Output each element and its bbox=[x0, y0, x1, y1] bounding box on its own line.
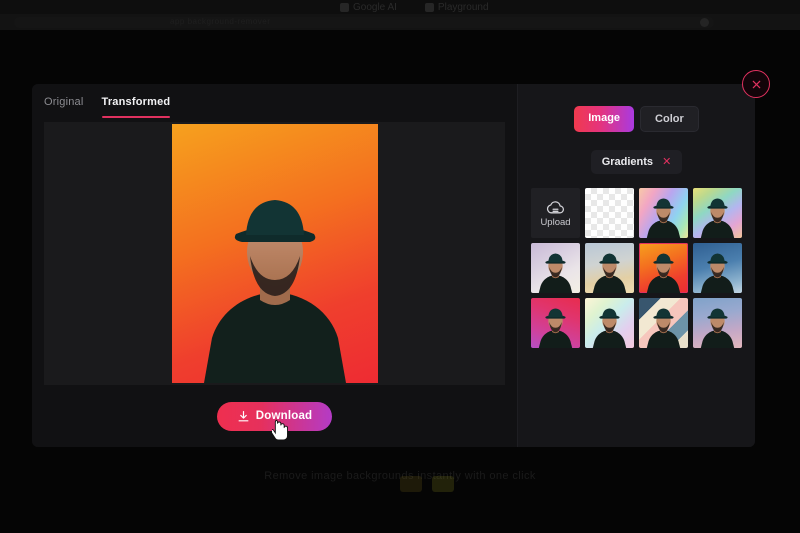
bookmark-label: Playground bbox=[437, 1, 489, 13]
background-thumbnail-crimson-magenta[interactable] bbox=[531, 298, 580, 348]
bookmark-icon bbox=[424, 2, 434, 12]
transformed-image-preview[interactable] bbox=[171, 124, 378, 383]
profile-avatar[interactable] bbox=[700, 18, 709, 27]
person-silhouette bbox=[538, 308, 573, 348]
background-thumbnail-diagonal-stripes[interactable] bbox=[639, 298, 688, 348]
browser-chrome: Google AI Playground app background-remo… bbox=[0, 0, 800, 30]
background-thumbnail-pastel-prism[interactable] bbox=[585, 298, 634, 348]
preview-canvas bbox=[44, 122, 505, 385]
filter-chip-label: Gradients bbox=[601, 156, 654, 168]
background-thumbnail-steel-blue[interactable] bbox=[693, 243, 742, 293]
source-type-toggle: Image Color bbox=[574, 106, 699, 132]
filter-chip-gradients[interactable]: Gradients ✕ bbox=[590, 150, 683, 174]
background-thumbnail-orange-red[interactable] bbox=[639, 243, 688, 293]
background-thumbnail-lavender-mist[interactable] bbox=[531, 243, 580, 293]
person-silhouette bbox=[700, 253, 735, 293]
background-thumbnail-grid: Upload bbox=[531, 188, 742, 348]
editor-column: Original Transformed Download bbox=[32, 84, 517, 447]
download-icon bbox=[238, 410, 249, 421]
person-silhouette bbox=[203, 200, 346, 383]
download-button-label: Download bbox=[255, 410, 313, 422]
close-icon[interactable]: ✕ bbox=[662, 156, 671, 168]
preview-tabs: Original Transformed bbox=[32, 84, 517, 118]
bookmarks-bar: Google AI Playground bbox=[340, 0, 580, 14]
person-silhouette bbox=[538, 253, 573, 293]
person-silhouette bbox=[646, 253, 681, 293]
address-bar-text: app background-remover bbox=[170, 17, 271, 26]
cloud-upload-icon bbox=[546, 200, 564, 213]
tab-transformed-label: Transformed bbox=[101, 96, 171, 108]
background-thumbnail-blue-rose[interactable] bbox=[693, 298, 742, 348]
background-chip bbox=[432, 476, 454, 492]
person-silhouette bbox=[592, 308, 627, 348]
background-thumbnail-rainbow-pastel-1[interactable] bbox=[639, 188, 688, 238]
tab-image-label: Image bbox=[588, 112, 621, 124]
close-icon bbox=[752, 80, 760, 88]
background-chip-row bbox=[400, 476, 454, 492]
close-modal-button[interactable] bbox=[742, 70, 770, 98]
bookmark-item[interactable]: Playground bbox=[424, 1, 489, 13]
address-bar[interactable] bbox=[14, 17, 714, 28]
tab-original[interactable]: Original bbox=[44, 96, 84, 118]
person-silhouette bbox=[646, 308, 681, 348]
screen-root: Remove image backgrounds instantly with … bbox=[0, 0, 800, 533]
background-thumbnail-sand-sky[interactable] bbox=[585, 243, 634, 293]
person-silhouette bbox=[592, 253, 627, 293]
person-silhouette bbox=[700, 308, 735, 348]
editor-modal: Original Transformed Download Image Colo… bbox=[32, 84, 755, 447]
bookmark-icon bbox=[340, 2, 349, 12]
background-thumbnail-transparent[interactable] bbox=[585, 188, 634, 238]
upload-tile[interactable]: Upload bbox=[531, 188, 580, 238]
tab-color[interactable]: Color bbox=[640, 106, 699, 132]
background-chip bbox=[400, 476, 422, 492]
download-area: Download bbox=[32, 385, 517, 447]
download-button[interactable]: Download bbox=[216, 401, 333, 431]
person-silhouette bbox=[646, 198, 681, 238]
tab-image[interactable]: Image bbox=[574, 106, 635, 132]
background-picker-panel: Image Color Gradients ✕ Upload bbox=[517, 84, 755, 447]
bookmark-item[interactable]: Google AI bbox=[340, 2, 397, 13]
person-silhouette bbox=[700, 198, 735, 238]
tab-transformed[interactable]: Transformed bbox=[101, 96, 171, 118]
upload-tile-label: Upload bbox=[540, 216, 571, 228]
tab-color-label: Color bbox=[655, 113, 684, 125]
tab-original-label: Original bbox=[44, 96, 84, 108]
bookmark-label: Google AI bbox=[353, 1, 397, 13]
background-thumbnail-rainbow-pastel-2[interactable] bbox=[693, 188, 742, 238]
